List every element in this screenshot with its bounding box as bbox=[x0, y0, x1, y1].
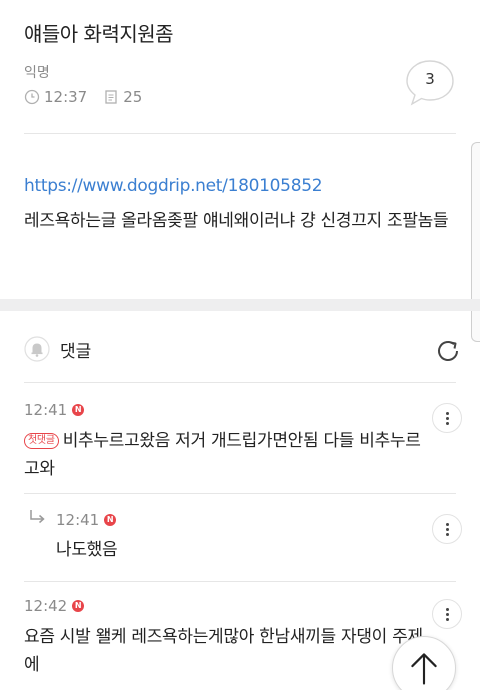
comments-divider bbox=[24, 382, 456, 383]
new-badge: N bbox=[72, 600, 85, 612]
comment-divider bbox=[24, 581, 456, 582]
more-vertical-icon[interactable] bbox=[432, 403, 462, 433]
comment-body: 첫댓글 비추누르고왔음 저거 개드립가면안됨 다들 비추누르고와 bbox=[24, 427, 429, 483]
refresh-icon[interactable] bbox=[434, 337, 462, 365]
comment-text: 요즘 시발 왤케 레즈욕하는게많아 한남새끼들 자댕이 주제에 bbox=[24, 627, 423, 675]
new-badge: N bbox=[104, 514, 117, 526]
comment-time: 12:42 bbox=[24, 597, 68, 615]
post-meta: 12:37 25 bbox=[24, 88, 142, 106]
reply-meta: 12:41 N bbox=[56, 511, 117, 529]
post-views: 25 bbox=[123, 88, 143, 106]
comments-title: 댓글 bbox=[60, 341, 92, 362]
more-vertical-icon[interactable] bbox=[432, 514, 462, 544]
comment-meta: 12:41 N bbox=[24, 401, 85, 419]
post-time: 12:37 bbox=[44, 88, 88, 106]
comments-header: 댓글 bbox=[24, 336, 91, 362]
scroll-top-button[interactable] bbox=[392, 636, 456, 690]
comment-meta: 12:42 N bbox=[24, 597, 85, 615]
section-separator bbox=[0, 299, 480, 311]
first-comment-badge: 첫댓글 bbox=[24, 433, 59, 449]
bell-icon[interactable] bbox=[24, 336, 50, 362]
comment-text: 비추누르고왔음 저거 개드립가면안됨 다들 비추누르고와 bbox=[24, 431, 421, 479]
comment-count[interactable]: 3 bbox=[404, 70, 456, 88]
header-divider bbox=[24, 133, 456, 134]
more-vertical-icon[interactable] bbox=[432, 599, 462, 629]
new-badge: N bbox=[72, 404, 85, 416]
comment-time: 12:41 bbox=[56, 511, 100, 529]
comment-divider bbox=[24, 493, 456, 494]
comment-text: 나도했음 bbox=[56, 540, 118, 560]
clock-icon bbox=[24, 89, 40, 105]
post-title: 얘들아 화력지원좀 bbox=[24, 22, 174, 46]
post-link[interactable]: https://www.dogdrip.net/180105852 bbox=[24, 176, 323, 196]
arrow-up-icon bbox=[411, 653, 437, 685]
document-icon bbox=[105, 90, 117, 104]
reply-arrow-icon bbox=[30, 510, 45, 524]
scrollbar[interactable] bbox=[471, 142, 480, 342]
comment-time: 12:41 bbox=[24, 401, 68, 419]
post-author: 익명 bbox=[24, 65, 50, 81]
post-body: 레즈욕하는글 올라옴좆팔 얘네왜이러냐 걍 신경끄지 조팔놈들 bbox=[24, 211, 449, 231]
